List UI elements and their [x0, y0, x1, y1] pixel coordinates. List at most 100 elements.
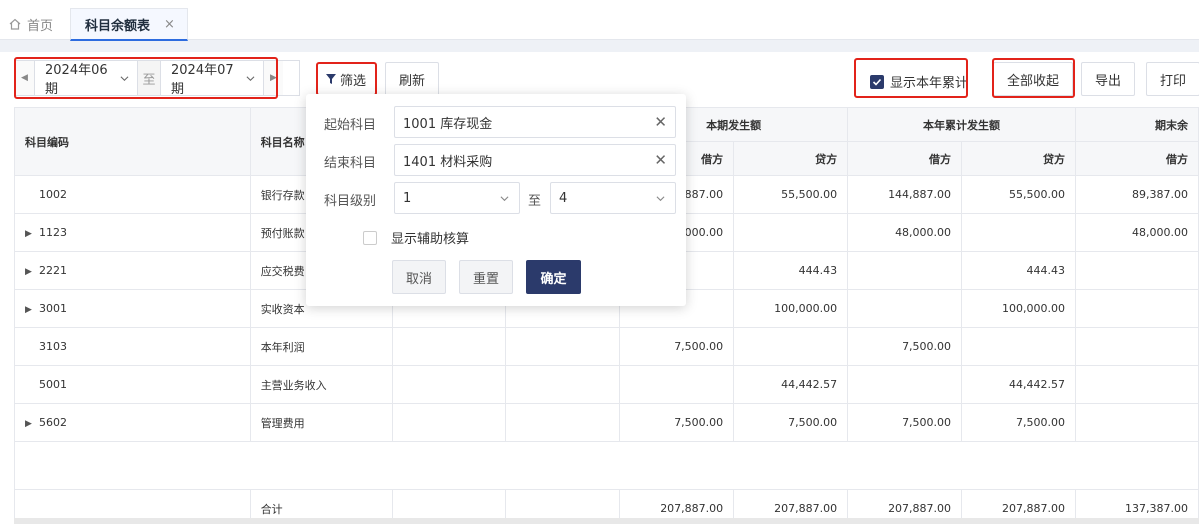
export-button[interactable]: 导出: [1081, 62, 1135, 96]
cell-cur-credit: 7,500.00: [733, 403, 849, 442]
start-period-value: 2024年06期: [45, 63, 108, 97]
show-aux-checkbox[interactable]: 显示辅助核算: [363, 228, 469, 247]
cell-name: 管理费用: [249, 403, 393, 442]
show-ytd-label: 显示本年累计: [890, 76, 969, 91]
cell-ytd-debit: 48,000.00: [847, 213, 963, 252]
cell-cur-debit: [619, 365, 735, 404]
cell-ytd-debit: [847, 289, 963, 328]
table-row[interactable]: ▶ 5602 管理费用 7,500.00 7,500.00 7,500.00 7,500.0…: [14, 403, 1199, 442]
prev-period-arrow-icon[interactable]: ◀: [15, 61, 35, 95]
home-icon: [9, 18, 21, 30]
cell-ytd-credit: 100,000.00: [961, 289, 1076, 328]
header-ytd-debit: 借方: [847, 141, 963, 176]
code-value: 2221: [39, 264, 67, 277]
cell-ytd-credit: [961, 327, 1076, 366]
expand-caret-icon[interactable]: ▶: [25, 419, 39, 429]
clear-icon[interactable]: ✕: [654, 113, 667, 131]
level-to-value: 4: [559, 190, 568, 206]
table-row[interactable]: 5001 主营业务收入 44,442.57 44,442.57: [14, 365, 1199, 404]
header-code[interactable]: 科目编码: [14, 107, 251, 176]
level-label: 科目级别: [324, 194, 377, 209]
end-account-value: 1401 材料采购: [403, 154, 493, 170]
cell-ytd-credit: 444.43: [961, 251, 1076, 290]
cancel-button[interactable]: 取消: [392, 260, 446, 294]
period-range-picker: ◀ 2024年06期 至 2024年07期 ▶: [14, 60, 300, 97]
close-icon[interactable]: ×: [164, 17, 175, 32]
cell-code: ▶ 5602: [14, 403, 251, 442]
cell-ytd-credit: 44,442.57: [961, 365, 1076, 404]
chevron-down-icon: [120, 75, 129, 81]
level-from-value: 1: [403, 190, 412, 206]
cell-end-debit: 89,387.00: [1074, 175, 1199, 214]
cell-cur-credit: 444.43: [733, 251, 849, 290]
horizontal-scrollbar[interactable]: [14, 518, 1199, 524]
cell-blank: [505, 365, 621, 404]
tab-active-label: 科目余额表: [85, 18, 151, 34]
filter-popover: 起始科目 1001 库存现金 ✕ 结束科目 1401 材料采购 ✕ 科目级别 1…: [306, 94, 686, 306]
cell-code: 3103: [14, 327, 251, 366]
filter-label: 筛选: [339, 73, 366, 89]
cell-cur-credit: [733, 327, 849, 366]
tab-home[interactable]: 首页: [8, 8, 53, 40]
end-period-select[interactable]: 2024年07期: [161, 61, 263, 97]
level-to-select[interactable]: 4: [550, 182, 676, 214]
start-account-input[interactable]: 1001 库存现金 ✕: [394, 106, 676, 138]
chevron-down-icon: [500, 195, 509, 201]
cell-ytd-credit: 7,500.00: [961, 403, 1076, 442]
level-from-select[interactable]: 1: [394, 182, 520, 214]
header-ytd: 本年累计发生额: [847, 107, 1076, 142]
tab-account-balance[interactable]: 科目余额表 ×: [70, 8, 188, 41]
cell-blank: [505, 327, 621, 366]
collapse-all-button[interactable]: 全部收起: [993, 62, 1073, 96]
cell-cur-debit: 7,500.00: [619, 327, 735, 366]
chevron-down-icon: [656, 195, 665, 201]
tab-bar: 首页 科目余额表 ×: [0, 0, 1199, 41]
tab-home-label: 首页: [27, 18, 54, 34]
cell-blank: [391, 365, 507, 404]
expand-caret-icon[interactable]: ▶: [25, 229, 39, 239]
cell-end-debit: [1074, 403, 1199, 442]
next-period-arrow-icon[interactable]: ▶: [263, 61, 283, 95]
checkbox-checked-icon: [870, 74, 884, 89]
cell-end-debit: [1074, 289, 1199, 328]
expand-caret-icon[interactable]: ▶: [25, 267, 39, 277]
cell-ytd-debit: 7,500.00: [847, 403, 963, 442]
expand-caret-icon[interactable]: ▶: [25, 305, 39, 315]
cell-cur-credit: 100,000.00: [733, 289, 849, 328]
print-button[interactable]: 打印: [1146, 62, 1199, 96]
cell-cur-debit: 7,500.00: [619, 403, 735, 442]
cell-ytd-debit: 7,500.00: [847, 327, 963, 366]
header-ytd-credit: 贷方: [961, 141, 1076, 176]
cell-ytd-credit: 55,500.00: [961, 175, 1076, 214]
level-to-label: 至: [528, 194, 542, 209]
filter-icon: [325, 74, 336, 84]
end-account-input[interactable]: 1401 材料采购 ✕: [394, 144, 676, 176]
cell-code: 5001: [14, 365, 251, 404]
chevron-down-icon: [246, 75, 255, 81]
checkbox-unchecked-icon: [363, 230, 377, 245]
table-row[interactable]: 3103 本年利润 7,500.00 7,500.00: [14, 327, 1199, 366]
cell-ytd-credit: [961, 213, 1076, 252]
show-ytd-checkbox[interactable]: 显示本年累计: [870, 72, 968, 91]
cell-cur-credit: [733, 213, 849, 252]
clear-icon[interactable]: ✕: [654, 151, 667, 169]
start-period-select[interactable]: 2024年06期: [35, 61, 137, 97]
cell-end-debit: [1074, 365, 1199, 404]
start-account-label: 起始科目: [324, 118, 377, 133]
cell-code: ▶ 2221: [14, 251, 251, 290]
empty-row: [14, 441, 1199, 490]
cell-blank: [391, 403, 507, 442]
cell-ytd-debit: 144,887.00: [847, 175, 963, 214]
reset-button[interactable]: 重置: [459, 260, 513, 294]
confirm-button[interactable]: 确定: [526, 260, 581, 294]
code-value: 3001: [39, 302, 67, 315]
start-account-value: 1001 库存现金: [403, 116, 493, 132]
cell-end-debit: [1074, 327, 1199, 366]
end-period-value: 2024年07期: [171, 63, 234, 97]
cell-code: ▶ 1123: [14, 213, 251, 252]
cell-blank: [505, 403, 621, 442]
show-aux-label: 显示辅助核算: [391, 232, 470, 247]
filter-button[interactable]: 筛选: [315, 62, 377, 96]
code-value: 1123: [39, 226, 67, 239]
refresh-button[interactable]: 刷新: [385, 62, 439, 96]
